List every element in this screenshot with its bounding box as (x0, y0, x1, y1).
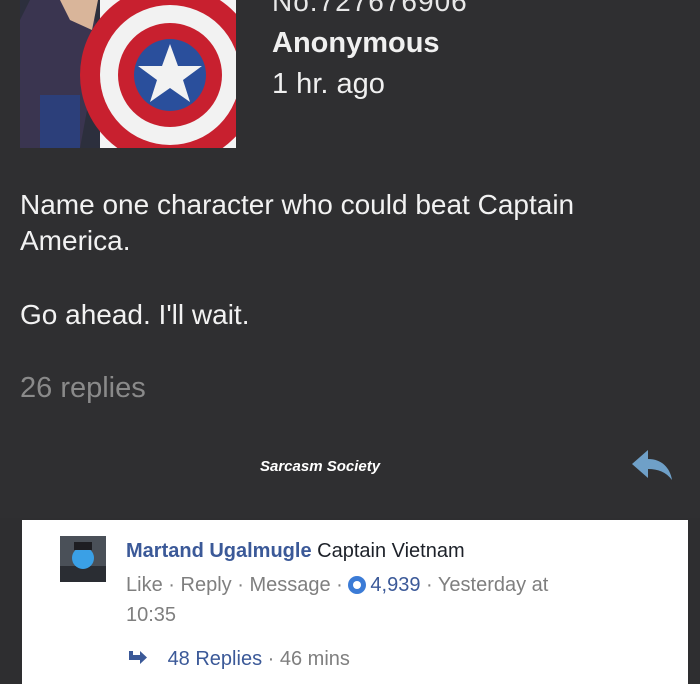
message-link[interactable]: Message (249, 574, 330, 596)
watermark: Sarcasm Society (260, 458, 381, 475)
replies-count[interactable]: 26 replies (20, 372, 146, 405)
user-avatar-icon[interactable] (60, 536, 106, 582)
comment-author[interactable]: Martand Ugalmugle (126, 540, 312, 562)
points-count: 4,939 (370, 574, 421, 596)
post-body-line: Go ahead. I'll wait. (20, 299, 250, 330)
separator-dot: · (267, 648, 275, 670)
comment-time: 10:35 (126, 604, 177, 626)
replies-time: 46 mins (279, 648, 350, 670)
post-id: No.727676906 (272, 0, 468, 17)
post-card: No.727676906 Anonymous 1 hr. ago Name on… (0, 0, 700, 518)
post-body-line: America. (20, 225, 131, 256)
share-reply-arrow-icon[interactable] (630, 448, 674, 482)
separator-dot: · (426, 574, 433, 596)
comment-line: Martand Ugalmugle Captain Vietnam (126, 540, 465, 563)
separator-dot: · (237, 574, 244, 596)
reply-link[interactable]: Reply (181, 574, 232, 596)
post-author[interactable]: Anonymous (272, 27, 440, 60)
reply-arrow-icon (129, 651, 147, 664)
captain-america-shield-icon (20, 0, 236, 148)
separator-dot: · (168, 574, 175, 596)
comment-section: Martand Ugalmugle Captain Vietnam Like ·… (0, 518, 700, 684)
comment-actions: Like · Reply · Message · 4,939 · Yesterd… (126, 574, 548, 597)
comment-time-prefix: Yesterday at (437, 574, 549, 596)
replies-link[interactable]: 48 Replies (168, 648, 263, 670)
post-thumbnail[interactable] (20, 0, 236, 148)
separator-dot: · (336, 574, 343, 596)
points-badge-icon (348, 576, 367, 594)
post-timestamp: 1 hr. ago (272, 68, 385, 100)
replies-row[interactable]: 48 Replies · 46 mins (126, 648, 350, 671)
post-body-line: Name one character who could beat Captai… (20, 189, 575, 220)
like-link[interactable]: Like (126, 574, 163, 596)
comment-card: Martand Ugalmugle Captain Vietnam Like ·… (22, 520, 688, 684)
comment-text: Captain Vietnam (317, 540, 465, 562)
